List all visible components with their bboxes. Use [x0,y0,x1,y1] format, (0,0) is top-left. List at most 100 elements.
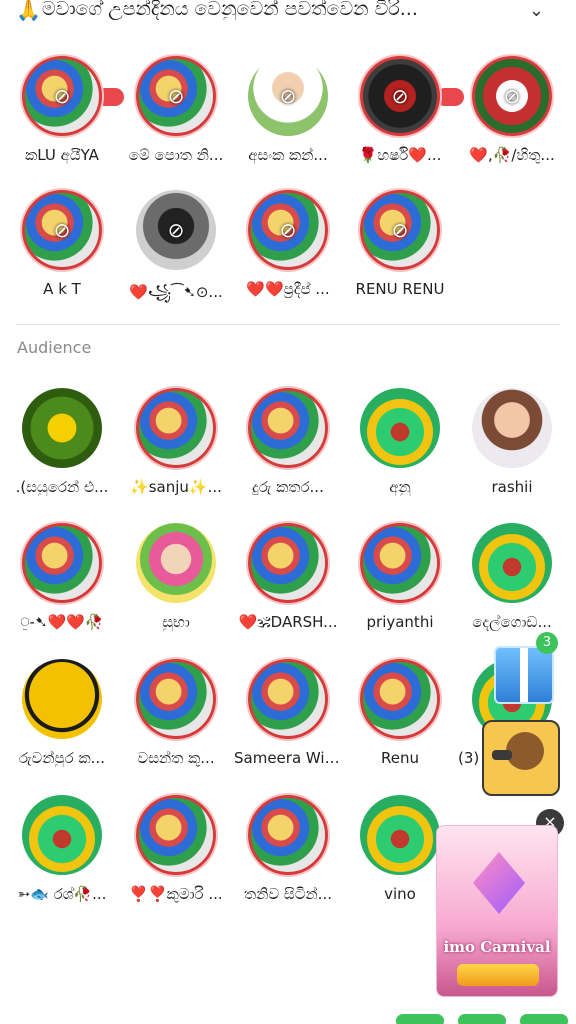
audience-member[interactable]: සුභා [120,523,232,631]
avatar: ⊘ [136,190,216,270]
avatar [472,388,552,468]
audience-name: ❤️🕉DARSH... [238,613,338,631]
avatar [22,523,102,603]
audience-name: Renu [381,749,419,767]
carnival-promo-card[interactable]: imo Carnival [436,825,558,997]
speaker-widget[interactable] [482,720,560,796]
audience-name: ✨sanju✨... [130,478,222,496]
avatar [22,795,102,875]
toolbar-button[interactable] [458,1014,506,1024]
avatar: ⊘ [248,56,328,136]
audience-member[interactable]: වසන්ත කු... [120,659,232,767]
audience-member[interactable]: ➳🐟 රශ්🥀... [6,795,118,903]
mic-muted-icon: ⊘ [53,84,71,108]
audience-name: rashii [491,478,533,496]
toolbar-button[interactable] [396,1014,444,1024]
avatar: ⊘ [136,56,216,136]
audience-member[interactable]: දෙල්ගොඩ... [456,523,568,631]
audience-member[interactable]: Renu [344,659,456,767]
speaker-name: මේ පොත නි... [128,146,224,164]
gift-icon [494,646,554,704]
audience-member[interactable]: තනිව සිටින්... [232,795,344,903]
audience-name: ➳🐟 රශ්🥀... [17,885,107,903]
audience-name: Sameera Wij... [234,749,344,767]
audience-member[interactable]: .(සයුරෙන් එ... [6,388,118,496]
avatar [22,388,102,468]
avatar: ⊘ [248,190,328,270]
speaker-seat[interactable]: ⊘ කLU අයීYA [6,56,118,164]
gift-count-badge: 3 [536,632,558,654]
speaker-seat[interactable]: ⊘ ❤️꧁⁀➷⊙... [120,190,232,311]
section-divider [16,324,560,325]
bottom-toolbar [0,1010,576,1024]
promo-title: imo Carnival [443,938,551,956]
speaker-seat[interactable]: ⊘ A k T [6,190,118,298]
speaker-seat[interactable]: ⊘ ❤️,🥀/හිතු... [456,56,568,164]
speaker-name: ❤️,🥀/හිතු... [469,146,555,164]
audience-member[interactable]: අනු [344,388,456,496]
mic-muted-icon: ⊘ [167,218,185,242]
gift-button[interactable]: 3 [468,632,562,716]
speaker-name: කLU අයීYA [25,146,99,164]
audience-name: වසන්ත කු... [137,749,215,767]
avatar: ⊘ [22,190,102,270]
audience-name: priyanthi [366,613,434,631]
audience-name: ❣️❣️කුමාරි ... [129,885,223,903]
mic-muted-icon: ⊘ [279,218,297,242]
speaker-name: ❤️꧁⁀➷⊙... [129,283,223,301]
speaker-seat[interactable]: ⊘ 🌹හර්ෂි❤️... [344,56,456,164]
audience-name: දුරු කතර... [252,478,324,496]
avatar [22,659,102,739]
speaker-name: 🌹හර්ෂි❤️... [358,146,442,164]
audience-member[interactable]: Sameera Wij... [232,659,344,767]
audience-name: සුභා [162,613,190,631]
mic-muted-icon: ⊘ [503,84,521,108]
audience-member[interactable]: ✨sanju✨... [120,388,232,496]
audience-member[interactable]: රුවන්පුර ක... [6,659,118,767]
speaker-seat[interactable]: ⊘ ❤️❤️ප්‍රදීප් ... [232,190,344,298]
avatar [360,523,440,603]
mic-muted-icon: ⊘ [167,84,185,108]
promo-button[interactable] [457,964,539,986]
room-title[interactable]: මවාගේ උපන්දිනය වෙනුවෙන් පවත්වෙන විරි... [42,0,512,20]
avatar [136,659,216,739]
audience-member[interactable]: දුරු කතර... [232,388,344,496]
avatar [136,523,216,603]
avatar: ⊘ [472,56,552,136]
avatar [360,795,440,875]
avatar [360,388,440,468]
mic-muted-icon: ⊘ [53,218,71,242]
speaker-name: අසංක කන්... [248,146,328,164]
speaker-name: ❤️❤️ප්‍රදීප් ... [246,280,330,298]
speaker-name: A k T [43,280,81,298]
audience-member[interactable]: ❤️🕉DARSH... [232,523,344,631]
speaker-seat[interactable]: ⊘ අසංක කන්... [232,56,344,164]
avatar [248,388,328,468]
speaker-seat[interactable]: ⊘ RENU RENU [344,190,456,298]
mic-muted-icon: ⊘ [279,84,297,108]
mic-muted-icon: ⊘ [391,218,409,242]
avatar [136,388,216,468]
audience-member[interactable]: ❣️❣️කුමාරි ... [120,795,232,903]
audience-name: රුවන්පුර ක... [19,749,105,767]
header-bar: 🙏 මවාගේ උපන්දිනය වෙනුවෙන් පවත්වෙන විරි..… [0,0,576,24]
pray-emoji: 🙏 [16,0,41,22]
avatar [472,523,552,603]
audience-member[interactable]: priyanthi [344,523,456,631]
audience-member[interactable]: rashii [456,388,568,496]
audience-name: තනිව සිටින්... [244,885,332,903]
speaker-seat[interactable]: ⊘ මේ පොත නි... [120,56,232,164]
audience-name: දෙල්ගොඩ... [472,613,552,631]
toolbar-button[interactable] [520,1014,568,1024]
audience-heading: Audience [17,338,92,357]
avatar [248,795,328,875]
avatar [136,795,216,875]
megaphone-icon [492,750,512,760]
chevron-down-icon[interactable]: ⌄ [529,0,544,21]
crystal-icon [473,852,525,914]
speaker-name: RENU RENU [355,280,445,298]
mic-muted-icon: ⊘ [391,84,409,108]
avatar: ⊘ [360,56,440,136]
avatar [248,523,328,603]
audience-member[interactable]: ⍜-➷❤️❤️🥀 [6,523,118,631]
